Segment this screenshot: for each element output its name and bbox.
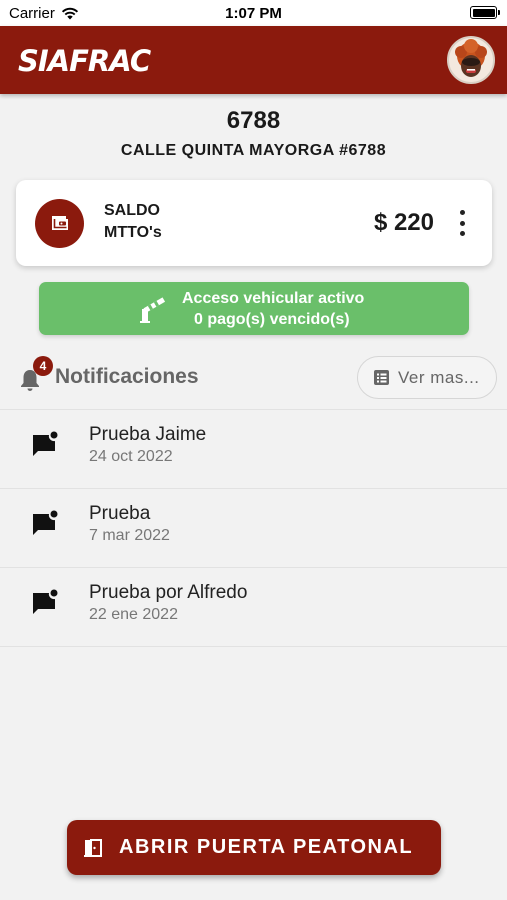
see-more-label: Ver mas... bbox=[398, 367, 480, 387]
clock: 1:07 PM bbox=[225, 5, 282, 22]
notifications-list: Prueba Jaime 24 oct 2022 Prueba 7 mar 20… bbox=[0, 409, 507, 647]
see-more-button[interactable]: Ver mas... bbox=[357, 356, 497, 399]
unit-number: 6788 bbox=[226, 107, 281, 134]
notifications-header: 4 Notificaciones Ver mas... bbox=[0, 352, 507, 402]
app-header: SIAFRAC bbox=[0, 26, 507, 94]
notification-title: Prueba Jaime bbox=[89, 424, 207, 445]
door-icon bbox=[84, 839, 102, 857]
balance-label-line1: SALDO bbox=[104, 202, 160, 219]
access-status-banner: Acceso vehicular activo 0 pago(s) vencid… bbox=[39, 282, 469, 335]
list-item[interactable]: Prueba por Alfredo 22 ene 2022 bbox=[0, 568, 507, 647]
balance-amount: $ 220 bbox=[373, 209, 434, 236]
message-notification-icon bbox=[33, 510, 58, 535]
overdue-payments-text: 0 pago(s) vencido(s) bbox=[194, 311, 350, 328]
avatar-image bbox=[449, 38, 493, 82]
notification-date: 7 mar 2022 bbox=[89, 527, 170, 544]
list-item[interactable]: Prueba Jaime 24 oct 2022 bbox=[0, 410, 507, 489]
balance-label: SALDO MTTO's bbox=[104, 200, 162, 244]
list-item[interactable]: Prueba 7 mar 2022 bbox=[0, 489, 507, 568]
status-bar: Carrier 1:07 PM bbox=[0, 0, 507, 26]
gate-barrier-icon bbox=[140, 297, 166, 323]
app-logo: SIAFRAC bbox=[18, 44, 151, 78]
unit-address: CALLE QUINTA MAYORGA #6788 bbox=[120, 142, 387, 159]
notification-title: Prueba por Alfredo bbox=[89, 582, 248, 603]
message-notification-icon bbox=[33, 589, 58, 614]
balance-card[interactable]: SALDO MTTO's $ 220 bbox=[16, 180, 492, 266]
notification-date: 24 oct 2022 bbox=[89, 448, 173, 465]
list-icon bbox=[374, 370, 389, 385]
notification-date: 22 ene 2022 bbox=[89, 606, 178, 623]
wallet-icon bbox=[35, 199, 84, 248]
avatar[interactable] bbox=[447, 36, 495, 84]
more-options-icon[interactable] bbox=[452, 210, 472, 236]
access-status-text: Acceso vehicular activo bbox=[182, 290, 365, 307]
open-pedestrian-door-button[interactable]: ABRIR PUERTA PEATONAL bbox=[67, 820, 441, 875]
notifications-title: Notificaciones bbox=[55, 365, 199, 388]
notification-title: Prueba bbox=[89, 503, 151, 524]
balance-label-line2: MTTO's bbox=[104, 224, 162, 241]
notification-count-badge: 4 bbox=[33, 356, 53, 376]
message-notification-icon bbox=[33, 431, 58, 456]
open-pedestrian-door-label: ABRIR PUERTA PEATONAL bbox=[119, 836, 414, 858]
battery-icon bbox=[470, 6, 500, 19]
